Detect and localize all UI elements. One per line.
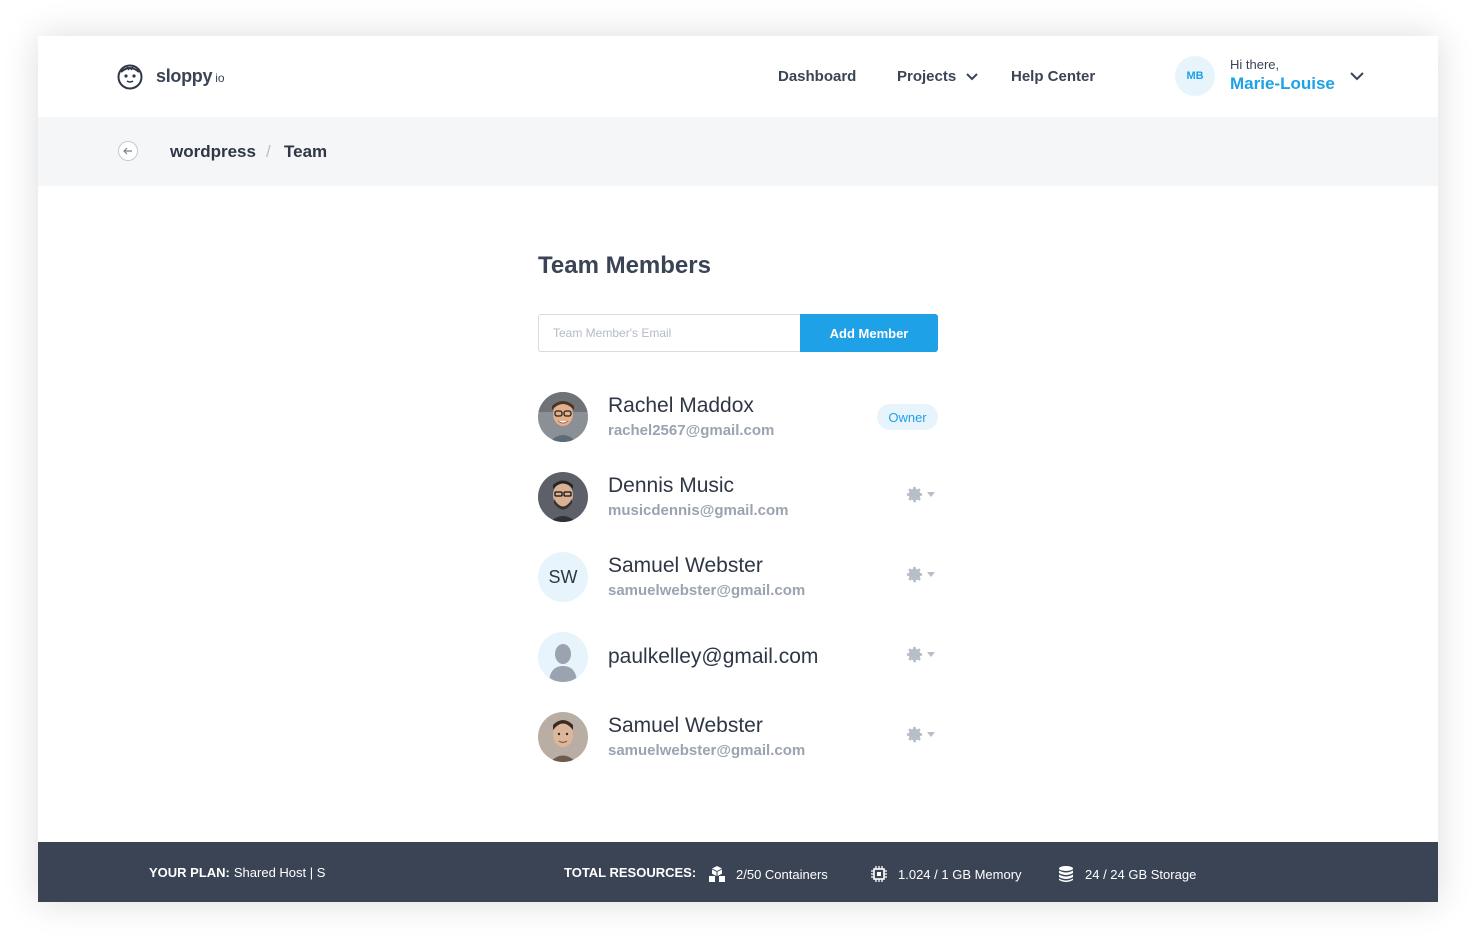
top-header: sloppy io Dashboard Projects Help Center… <box>38 36 1438 117</box>
breadcrumb-project[interactable]: wordpress <box>170 142 256 162</box>
member-name: paulkelley@gmail.com <box>608 645 819 668</box>
member-settings-button[interactable] <box>905 645 935 664</box>
sloth-logo-icon <box>117 64 143 90</box>
brand-suffix: io <box>215 71 225 85</box>
team-member-row: Samuel Webster samuelwebster@gmail.com <box>538 712 938 764</box>
avatar <box>538 712 588 762</box>
breadcrumb-current: Team <box>284 142 328 161</box>
user-silhouette-icon <box>538 632 588 682</box>
nav-dashboard[interactable]: Dashboard <box>778 68 856 85</box>
plan-label: YOUR PLAN: <box>149 865 230 880</box>
storage-usage: 24 / 24 GB Storage <box>1057 865 1196 883</box>
memory-value: 1.024 / 1 GB Memory <box>898 866 1022 882</box>
caret-down-icon <box>927 492 935 497</box>
containers-value: 2/50 Containers <box>736 866 828 882</box>
containers-usage: 2/50 Containers <box>708 865 828 883</box>
member-settings-button[interactable] <box>905 565 935 584</box>
storage-value: 24 / 24 GB Storage <box>1085 866 1197 882</box>
member-email: musicdennis@gmail.com <box>608 502 789 519</box>
breadcrumb-separator: / <box>266 142 271 161</box>
footer-bar: YOUR PLAN: Shared Host | S TOTAL RESOURC… <box>38 842 1438 902</box>
plan-info: YOUR PLAN: Shared Host | S <box>149 865 325 880</box>
team-member-row: paulkelley@gmail.com <box>538 632 938 684</box>
avatar: SW <box>538 552 588 602</box>
member-email: samuelwebster@gmail.com <box>608 742 806 759</box>
caret-down-icon <box>927 652 935 657</box>
gear-icon <box>906 646 923 663</box>
member-name: Rachel Maddox <box>608 394 754 417</box>
team-member-row: SW Samuel Webster samuelwebster@gmail.co… <box>538 552 938 604</box>
member-name: Dennis Music <box>608 474 735 497</box>
brand-name: sloppy <box>156 65 213 86</box>
nav-help-center[interactable]: Help Center <box>1011 68 1095 85</box>
member-email-input[interactable] <box>538 314 801 352</box>
nav-projects[interactable]: Projects <box>897 68 978 85</box>
nav-projects-label: Projects <box>897 68 957 85</box>
member-settings-button[interactable] <box>905 725 935 744</box>
containers-icon <box>709 866 725 882</box>
team-member-row: Rachel Maddox rachel2567@gmail.com Owner <box>538 392 938 444</box>
member-name: Samuel Webster <box>608 714 763 737</box>
gear-icon <box>906 726 923 743</box>
user-greeting: Hi there, <box>1230 57 1280 72</box>
plan-value: Shared Host | S <box>233 865 326 880</box>
user-photo <box>538 392 588 442</box>
gear-icon <box>906 486 923 503</box>
caret-down-icon <box>927 732 935 737</box>
member-settings-button[interactable] <box>905 485 935 504</box>
avatar <box>538 392 588 442</box>
user-name[interactable]: Marie-Louise <box>1230 74 1335 94</box>
total-resources-label: TOTAL RESOURCES: <box>564 865 697 880</box>
chevron-down-icon[interactable] <box>1350 72 1364 81</box>
breadcrumb-bar: wordpress / Team <box>38 117 1438 186</box>
gear-icon <box>906 566 923 583</box>
back-arrow-icon <box>123 147 132 155</box>
member-email: samuelwebster@gmail.com <box>608 582 806 599</box>
app-window: sloppy io Dashboard Projects Help Center… <box>38 36 1438 902</box>
add-member-button[interactable]: Add Member <box>800 314 938 352</box>
member-name: Samuel Webster <box>608 554 763 577</box>
caret-down-icon <box>927 572 935 577</box>
user-avatar[interactable]: MB <box>1175 56 1215 96</box>
user-photo <box>538 712 588 762</box>
brand-logo[interactable]: sloppy io <box>116 62 225 90</box>
member-email: rachel2567@gmail.com <box>608 422 775 439</box>
team-member-row: Dennis Music musicdennis@gmail.com <box>538 472 938 524</box>
page-title: Team Members <box>538 252 711 279</box>
owner-badge: Owner <box>877 404 938 430</box>
avatar <box>538 472 588 522</box>
database-icon <box>1059 866 1073 882</box>
memory-usage: 1.024 / 1 GB Memory <box>870 865 1022 883</box>
chip-icon <box>871 866 887 882</box>
avatar <box>538 632 588 682</box>
user-photo <box>538 472 588 522</box>
chevron-down-icon <box>966 72 978 80</box>
back-button[interactable] <box>118 141 138 161</box>
